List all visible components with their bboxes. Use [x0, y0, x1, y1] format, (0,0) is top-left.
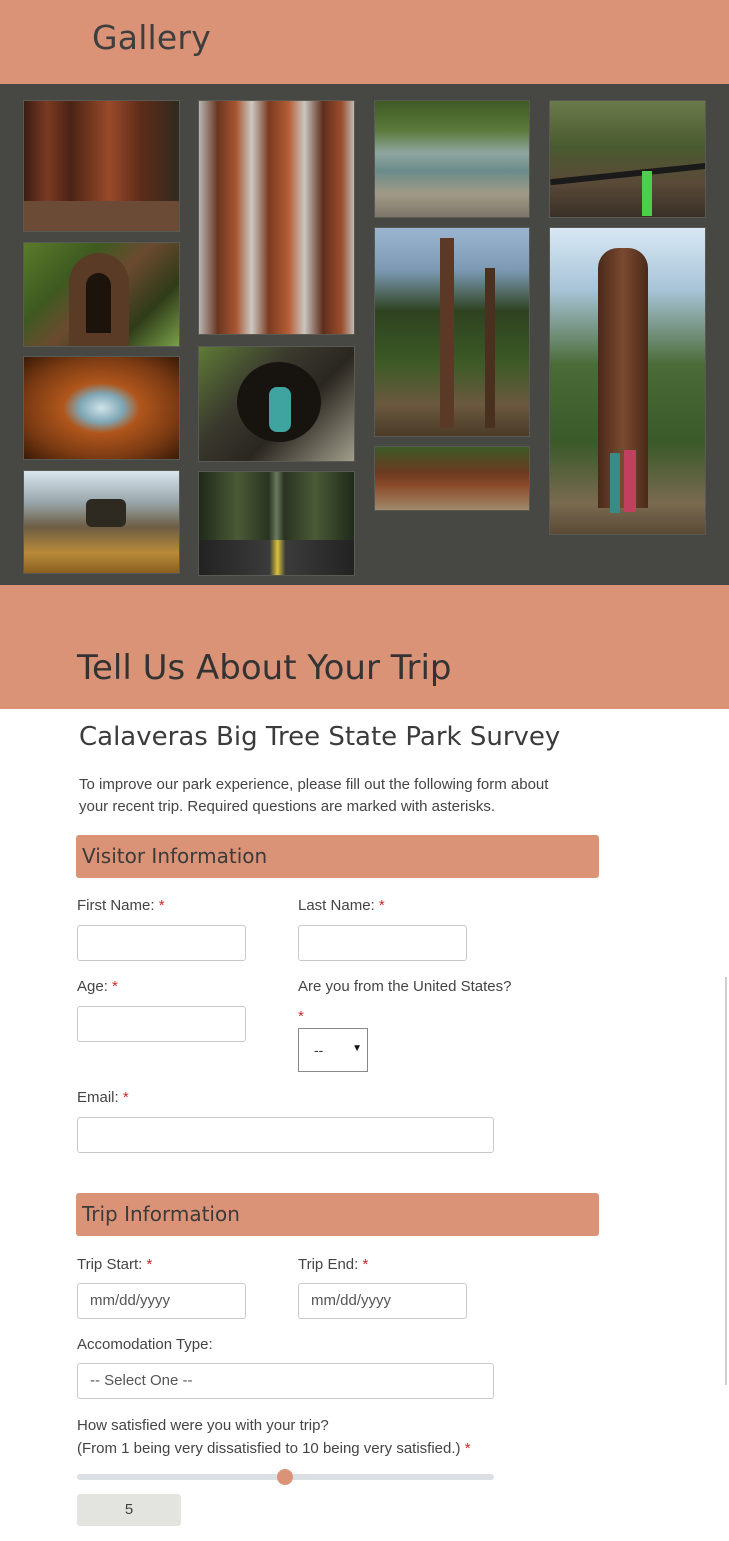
trip-start-label: Trip Start: * [77, 1256, 152, 1273]
trip-end-label-text: Trip End: [298, 1256, 359, 1273]
last-name-label: Last Name: * [298, 897, 385, 914]
gallery-photo[interactable] [198, 346, 355, 462]
age-field[interactable] [77, 1006, 246, 1042]
accommodation-select[interactable]: -- Select One -- [77, 1363, 494, 1399]
satisfaction-hint: (From 1 being very dissatisfied to 10 be… [77, 1440, 471, 1457]
dropdown-arrow-icon: ▼ [352, 1043, 362, 1054]
required-mark: * [378, 897, 385, 914]
trip-info-heading: Trip Information [76, 1193, 599, 1236]
first-name-label-text: First Name: [77, 897, 155, 914]
required-mark: * [362, 1256, 369, 1273]
scrollbar[interactable] [725, 977, 727, 1385]
gallery-photo[interactable] [198, 471, 355, 576]
satisfaction-slider-handle[interactable] [277, 1469, 293, 1485]
satisfaction-label: How satisfied were you with your trip? [77, 1417, 329, 1434]
trip-section-header [0, 585, 729, 709]
gallery-photo[interactable] [23, 242, 180, 347]
trip-start-label-text: Trip Start: [77, 1256, 143, 1273]
us-resident-select[interactable]: -- ▼ [298, 1028, 368, 1072]
trip-end-date-field[interactable]: mm/dd/yyyy [298, 1283, 467, 1319]
age-label: Age: * [77, 978, 118, 995]
age-label-text: Age: [77, 978, 108, 995]
first-name-field[interactable] [77, 925, 246, 961]
visitor-info-heading: Visitor Information [76, 835, 599, 878]
first-name-label: First Name: * [77, 897, 165, 914]
required-mark: * [158, 897, 165, 914]
trip-info-heading-text: Trip Information [82, 1202, 240, 1226]
last-name-label-text: Last Name: [298, 897, 375, 914]
gallery-photo[interactable] [23, 100, 180, 232]
email-field[interactable] [77, 1117, 494, 1153]
gallery-photo[interactable] [549, 227, 706, 535]
gallery-photo[interactable] [374, 227, 530, 437]
required-mark: * [112, 978, 118, 995]
required-mark: * [146, 1256, 153, 1273]
gallery-photo[interactable] [374, 100, 530, 218]
trip-section-title: Tell Us About Your Trip [77, 648, 452, 688]
gallery-title: Gallery [92, 18, 211, 57]
accommodation-label: Accomodation Type: [77, 1336, 213, 1353]
gallery-photo[interactable] [23, 356, 180, 460]
last-name-field[interactable] [298, 925, 467, 961]
email-label-text: Email: [77, 1089, 119, 1106]
visitor-info-heading-text: Visitor Information [82, 844, 268, 868]
required-mark: * [298, 1008, 304, 1025]
gallery-photo[interactable] [374, 446, 530, 511]
gallery-photo[interactable] [198, 100, 355, 335]
survey-intro: To improve our park experience, please f… [79, 776, 549, 815]
satisfaction-value-display: 5 [77, 1494, 181, 1526]
required-mark: * [122, 1089, 129, 1106]
trip-end-label: Trip End: * [298, 1256, 368, 1273]
email-label: Email: * [77, 1089, 129, 1106]
required-mark: * [464, 1440, 471, 1457]
us-resident-select-value: -- [314, 1042, 324, 1058]
gallery-photo[interactable] [23, 470, 180, 574]
us-resident-label: Are you from the United States? [298, 978, 512, 995]
satisfaction-hint-text: (From 1 being very dissatisfied to 10 be… [77, 1440, 461, 1457]
trip-start-date-field[interactable]: mm/dd/yyyy [77, 1283, 246, 1319]
survey-title: Calaveras Big Tree State Park Survey [79, 722, 561, 752]
gallery-photo[interactable] [549, 100, 706, 218]
